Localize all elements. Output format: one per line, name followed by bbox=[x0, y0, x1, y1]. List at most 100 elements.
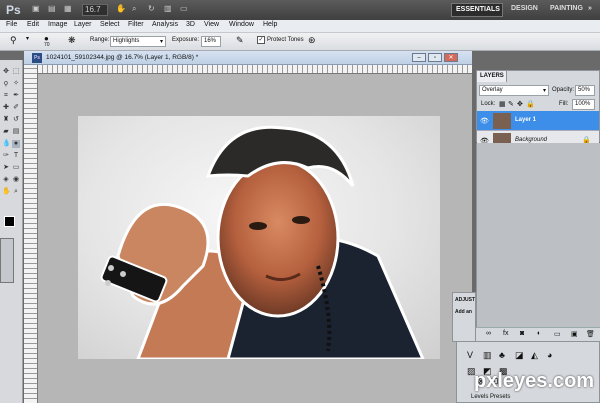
document-title: 1024101_59102344.jpg @ 16.7% (Layer 1, R… bbox=[46, 54, 199, 61]
workspace-design[interactable]: DESIGN bbox=[507, 3, 541, 17]
menu-help[interactable]: Help bbox=[263, 21, 277, 28]
rotate-view-icon[interactable]: ↻ bbox=[148, 4, 155, 16]
brush-panel-icon[interactable]: ❋ bbox=[68, 35, 76, 46]
delete-layer-icon[interactable]: 🗑 bbox=[586, 330, 595, 338]
arrange-documents-icon[interactable]: ▥ bbox=[164, 4, 172, 16]
lock-pixels-icon[interactable]: ✎ bbox=[508, 100, 514, 108]
lock-transparency-icon[interactable]: ▦ bbox=[499, 100, 506, 108]
close-button[interactable]: ✕ bbox=[444, 53, 458, 62]
blur-tool-icon[interactable]: 💧 bbox=[2, 140, 11, 148]
levels-presets-label[interactable]: Levels Presets bbox=[471, 394, 510, 400]
dodge-tool-icon[interactable]: ⚲ bbox=[10, 35, 17, 46]
keyboard-widget-icon[interactable] bbox=[0, 238, 14, 283]
menu-window[interactable]: Window bbox=[229, 21, 254, 28]
screen-mode-icon[interactable]: ▭ bbox=[180, 4, 188, 16]
exposure-input[interactable]: 16% bbox=[201, 36, 221, 47]
fill-label: Fill: bbox=[559, 101, 569, 107]
workspace-painting[interactable]: PAINTING bbox=[546, 3, 584, 17]
photoshop-logo: Ps bbox=[6, 3, 21, 17]
exposure-icon[interactable]: ◪ bbox=[515, 350, 524, 361]
range-label: Range: bbox=[90, 37, 110, 43]
lasso-tool-icon[interactable]: ϙ bbox=[2, 80, 10, 88]
protect-tones-checkbox[interactable]: ✓ bbox=[257, 36, 265, 44]
lock-label: Lock: bbox=[481, 101, 496, 107]
layer-row-layer-1[interactable]: 👁 Layer 1 bbox=[477, 111, 599, 131]
eraser-tool-icon[interactable]: ▰ bbox=[2, 128, 10, 136]
range-dropdown[interactable]: Highlights ▾ bbox=[110, 36, 166, 47]
curves-icon[interactable]: ♣ bbox=[499, 350, 505, 360]
bridge-icon[interactable]: ▣ bbox=[32, 4, 40, 16]
link-layers-icon[interactable]: ∞ bbox=[486, 330, 491, 337]
lock-all-icon[interactable]: 🔒 bbox=[526, 100, 535, 108]
menu-file[interactable]: File bbox=[6, 21, 17, 28]
zoom-tool-icon[interactable]: ⌕ bbox=[12, 188, 20, 196]
3d-camera-tool-icon[interactable]: ◉ bbox=[12, 176, 20, 184]
mini-bridge-icon[interactable]: ▤ bbox=[48, 4, 56, 16]
canvas-photo[interactable] bbox=[78, 116, 440, 361]
new-layer-icon[interactable]: ▣ bbox=[571, 330, 578, 338]
pen-tool-icon[interactable]: ✑ bbox=[2, 152, 10, 160]
eyedropper-tool-icon[interactable]: ✒ bbox=[12, 92, 20, 100]
menu-edit[interactable]: Edit bbox=[27, 21, 39, 28]
layers-panel: LAYERS Overlay ▾ Opacity: 50% Lock: ▦ ✎ ✥… bbox=[476, 70, 600, 151]
history-brush-tool-icon[interactable]: ↺ bbox=[12, 116, 20, 124]
workspace-more[interactable]: » bbox=[584, 3, 596, 17]
hue-icon[interactable]: ◕ bbox=[547, 350, 552, 360]
opacity-label: Opacity: bbox=[552, 87, 575, 93]
zoom-level-dropdown[interactable]: 16.7 bbox=[82, 4, 108, 16]
hand-tool-icon[interactable]: ✋ bbox=[2, 188, 11, 196]
vertical-ruler[interactable] bbox=[24, 65, 38, 403]
minimize-button[interactable]: – bbox=[412, 53, 426, 62]
view-extras-icon[interactable]: ▦ bbox=[64, 4, 72, 16]
pressure-size-icon[interactable]: ⊛ bbox=[308, 35, 316, 46]
layer-name[interactable]: Layer 1 bbox=[515, 117, 536, 123]
levels-icon[interactable]: ▥ bbox=[483, 350, 492, 361]
lock-position-icon[interactable]: ✥ bbox=[517, 100, 523, 108]
blend-mode-value: Overlay bbox=[482, 87, 503, 93]
zoom-tool-icon[interactable]: ⌕ bbox=[132, 4, 136, 16]
dodge-tool-active-icon[interactable]: ● bbox=[12, 140, 20, 148]
layer-style-icon[interactable]: fx bbox=[503, 330, 508, 337]
crop-tool-icon[interactable]: ⌗ bbox=[2, 92, 10, 100]
adjustment-layer-icon[interactable]: ◐ bbox=[537, 330, 541, 337]
adjustments-tab[interactable]: ADJUST bbox=[455, 297, 475, 303]
quick-select-tool-icon[interactable]: ✧ bbox=[12, 80, 20, 88]
shape-tool-icon[interactable]: ▭ bbox=[12, 164, 20, 172]
brightness-icon[interactable]: V bbox=[467, 350, 473, 360]
hand-tool-icon[interactable]: ✋ bbox=[116, 4, 126, 16]
fill-input[interactable]: 100% bbox=[572, 99, 595, 110]
menu-layer[interactable]: Layer bbox=[74, 21, 92, 28]
maximize-button[interactable]: ▫ bbox=[428, 53, 442, 62]
type-tool-icon[interactable]: T bbox=[12, 152, 20, 160]
horizontal-ruler[interactable] bbox=[38, 65, 472, 74]
foreground-color-swatch[interactable] bbox=[4, 216, 15, 227]
menu-filter[interactable]: Filter bbox=[128, 21, 144, 28]
layers-tab[interactable]: LAYERS bbox=[477, 71, 507, 82]
workspace-essentials[interactable]: ESSENTIALS bbox=[451, 3, 503, 17]
menu-view[interactable]: View bbox=[204, 21, 219, 28]
vibrance-icon[interactable]: ◭ bbox=[531, 350, 538, 361]
document-title-bar[interactable]: Ps 1024101_59102344.jpg @ 16.7% (Layer 1… bbox=[24, 51, 472, 65]
visibility-eye-icon[interactable]: 👁 bbox=[480, 117, 489, 125]
opacity-input[interactable]: 50% bbox=[575, 85, 595, 96]
menu-select[interactable]: Select bbox=[100, 21, 119, 28]
3d-rotate-tool-icon[interactable]: ◈ bbox=[2, 176, 10, 184]
menu-image[interactable]: Image bbox=[48, 21, 67, 28]
menu-analysis[interactable]: Analysis bbox=[152, 21, 178, 28]
move-tool-icon[interactable]: ✥ bbox=[2, 68, 10, 76]
gradient-tool-icon[interactable]: ▤ bbox=[12, 128, 20, 136]
menu-bar: File Edit Image Layer Select Filter Anal… bbox=[0, 20, 600, 33]
path-select-tool-icon[interactable]: ➤ bbox=[2, 164, 10, 172]
healing-tool-icon[interactable]: ✚ bbox=[2, 104, 10, 112]
marquee-tool-icon[interactable]: ⬚ bbox=[12, 68, 20, 76]
brush-tool-icon[interactable]: ✐ bbox=[12, 104, 20, 112]
clone-stamp-tool-icon[interactable]: ♜ bbox=[2, 116, 10, 124]
layer-mask-icon[interactable]: ◙ bbox=[520, 330, 524, 337]
new-group-icon[interactable]: ▭ bbox=[554, 330, 561, 338]
application-bar: Ps ▣ ▤ ▦ 16.7 ✋ ⌕ ↻ ▥ ▭ ESSENTIALS DESIG… bbox=[0, 0, 600, 20]
menu-3d[interactable]: 3D bbox=[186, 21, 195, 28]
tool-preset-dropdown[interactable]: ▾ bbox=[26, 35, 29, 42]
blend-mode-dropdown[interactable]: Overlay ▾ bbox=[479, 85, 549, 96]
airbrush-icon[interactable]: ✎ bbox=[236, 35, 244, 46]
canvas-area[interactable] bbox=[38, 74, 472, 403]
